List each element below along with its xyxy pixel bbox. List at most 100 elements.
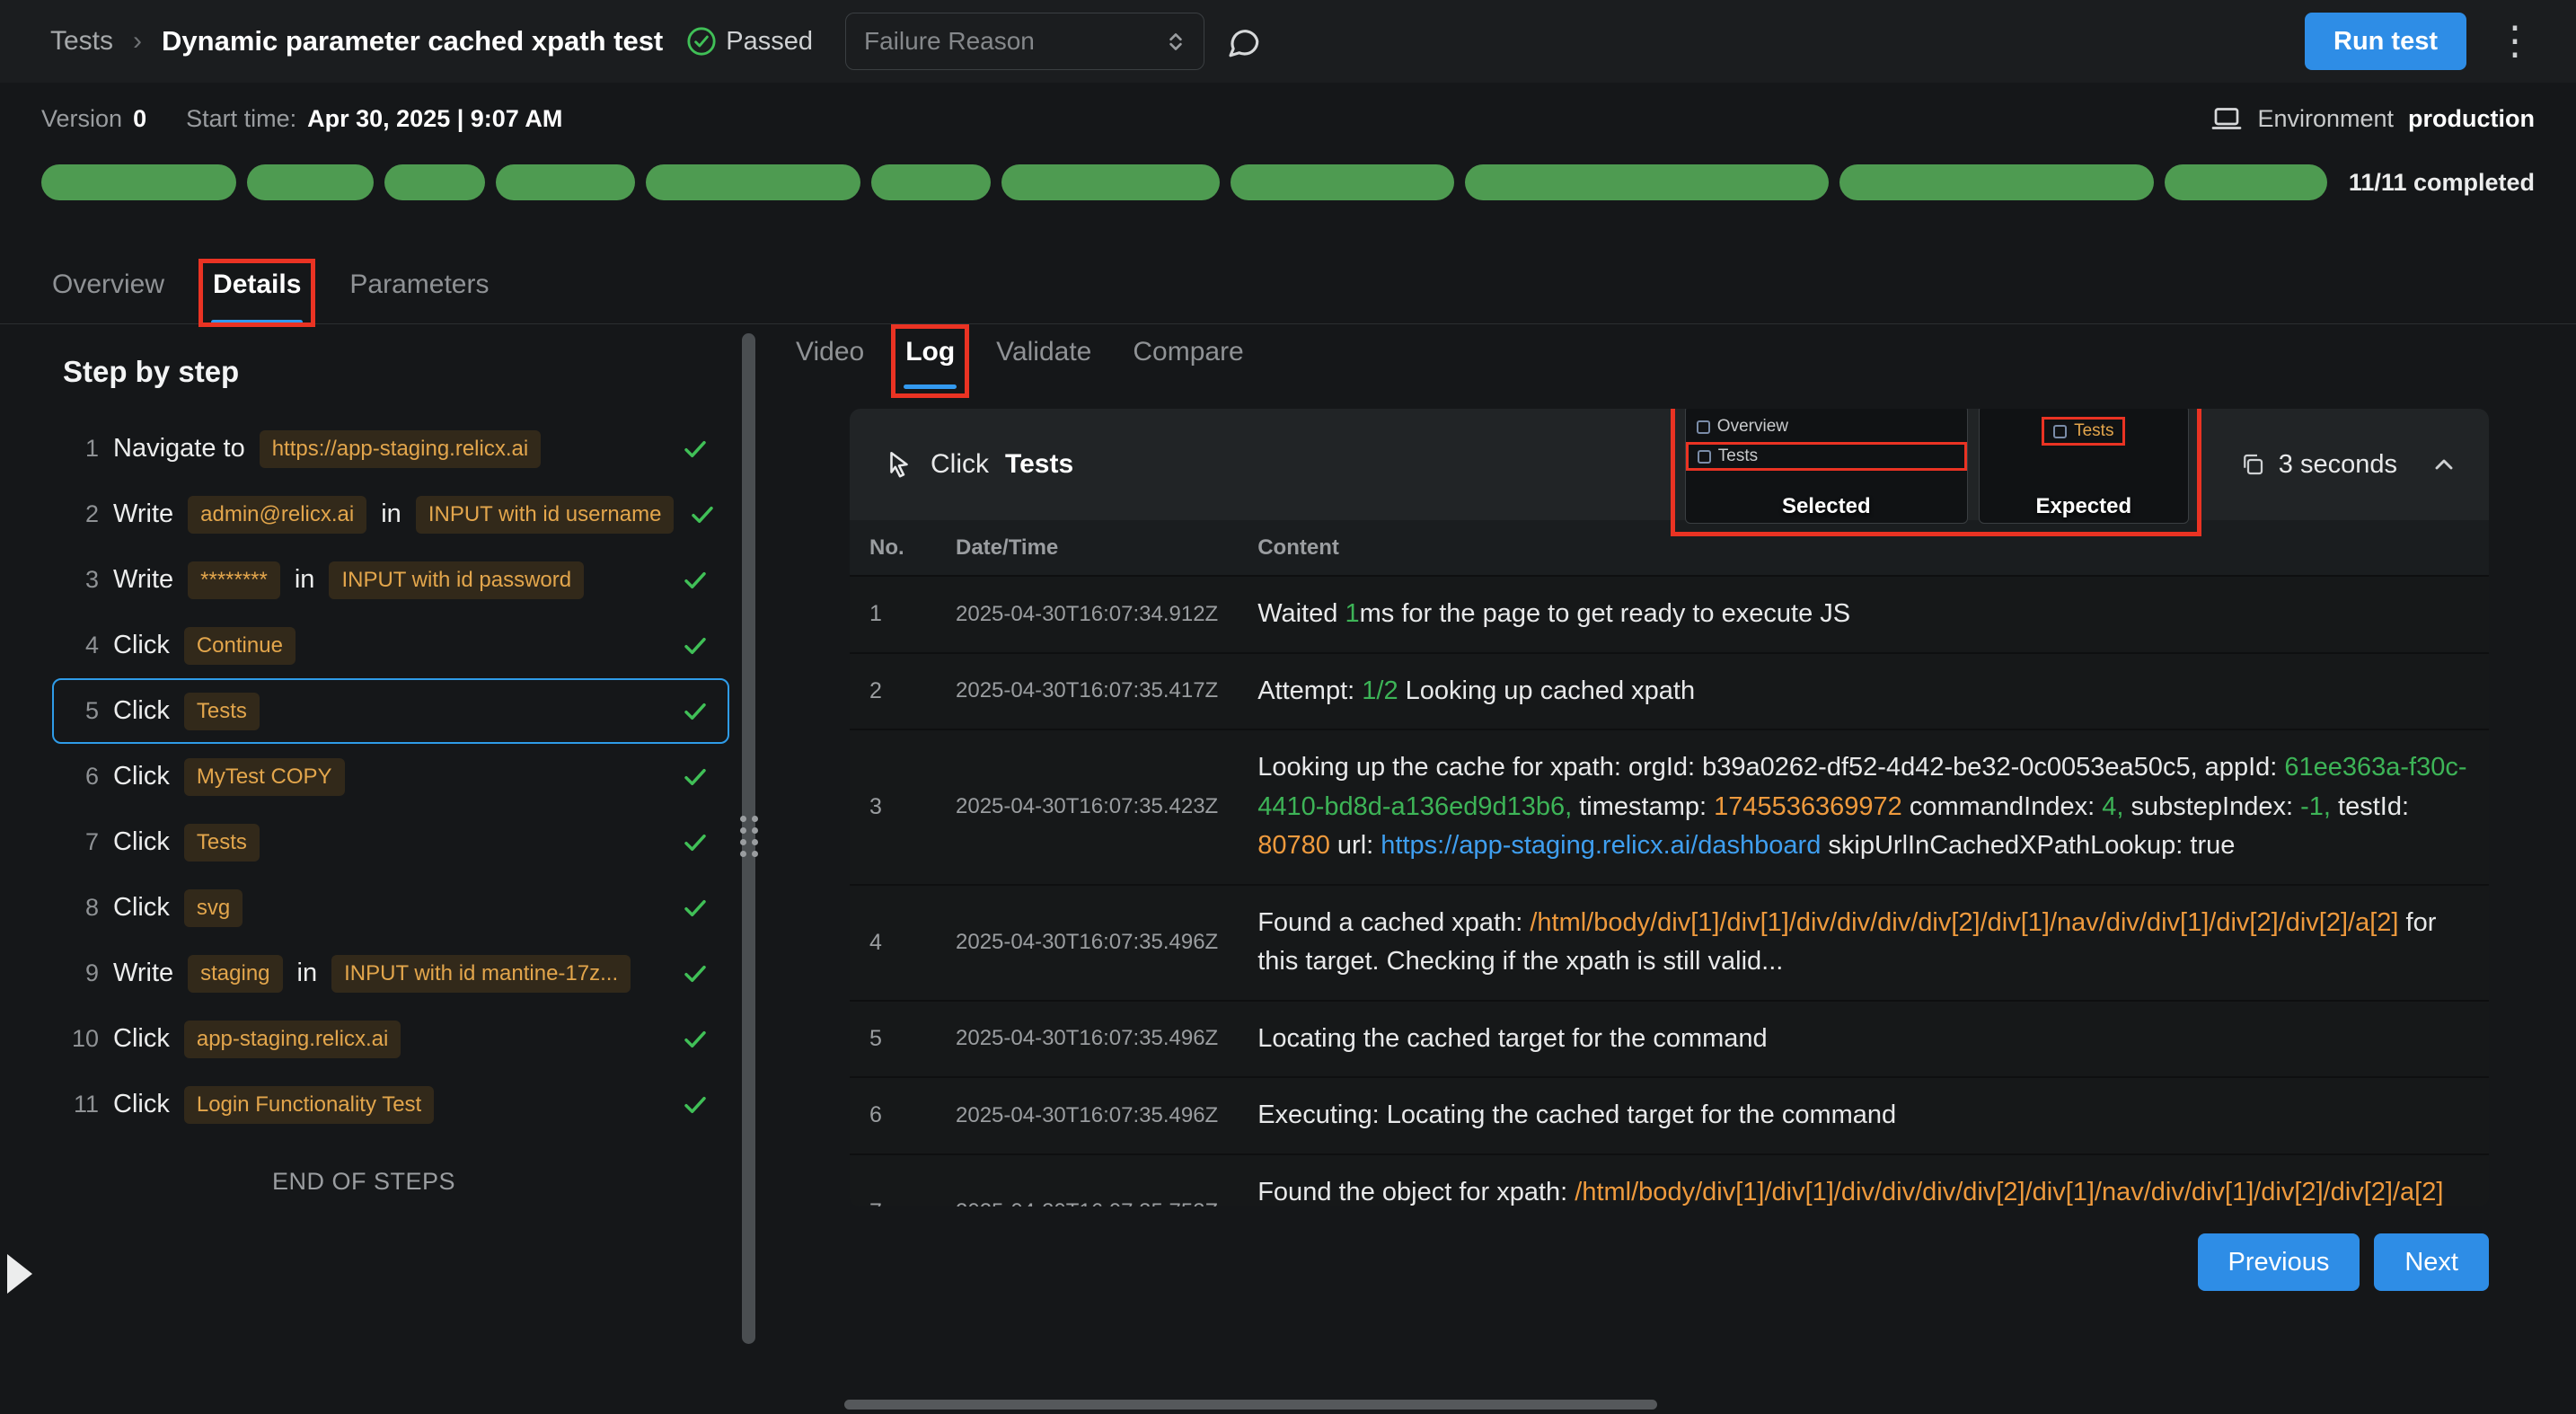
log-step-action: Click <box>931 449 989 480</box>
thumbnail-expected[interactable]: Tests Expected <box>1979 409 2189 524</box>
check-icon <box>681 1091 710 1119</box>
column-header: Content <box>1238 520 2489 576</box>
mini-item-label: Overview <box>1717 417 1788 437</box>
step-row[interactable]: 4ClickContinue <box>52 613 729 678</box>
step-action: Navigate to <box>113 434 245 464</box>
breadcrumb-tests[interactable]: Tests <box>50 26 113 57</box>
step-target-badge: Continue <box>184 627 296 665</box>
log-row-content: Attempt: 1/2 Looking up cached xpath <box>1238 653 2489 730</box>
log-text-segment: Waited <box>1257 599 1345 628</box>
step-action: Click <box>113 696 170 726</box>
log-text-segment: skipUrlInCachedXPathLookup: true <box>1828 831 2235 860</box>
step-target-badge: svg <box>184 889 243 927</box>
step-success-check <box>681 632 710 660</box>
tab-log[interactable]: Log <box>905 337 955 389</box>
tab-compare[interactable]: Compare <box>1133 337 1243 389</box>
pagination: Previous Next <box>850 1233 2489 1291</box>
step-row[interactable]: 3Write********inINPUT with id password <box>52 547 729 613</box>
log-text-segment: 1/2 <box>1362 676 1405 705</box>
sidebar-expand-arrow-icon[interactable] <box>7 1254 32 1294</box>
tab-validate[interactable]: Validate <box>996 337 1091 389</box>
check-icon <box>681 828 710 857</box>
step-row[interactable]: 11ClickLogin Functionality Test <box>52 1072 729 1137</box>
horizontal-scrollbar[interactable] <box>844 1400 1657 1410</box>
environment-info: Environment production <box>2210 102 2535 135</box>
failure-reason-select[interactable]: Failure Reason <box>845 13 1204 70</box>
active-tab-underline <box>904 384 957 389</box>
log-link[interactable]: https://app-staging.relicx.ai/dashboard <box>1381 831 1828 860</box>
log-text-segment: Attempt: <box>1257 676 1362 705</box>
log-text-segment: Locating the cached target for the comma… <box>1257 1024 1767 1053</box>
log-row-number: 6 <box>850 1077 936 1154</box>
log-text-segment: 1 <box>1345 599 1359 628</box>
check-icon <box>688 500 717 529</box>
run-test-button[interactable]: Run test <box>2305 13 2466 70</box>
progress-segment <box>871 164 992 200</box>
start-time-value: Apr 30, 2025 | 9:07 AM <box>307 105 562 133</box>
version-value: 0 <box>133 105 146 133</box>
step-success-check <box>681 828 710 857</box>
tab-parameters[interactable]: Parameters <box>349 270 489 323</box>
step-row[interactable]: 9WritestaginginINPUT with id mantine-17z… <box>52 941 729 1006</box>
log-row-number: 3 <box>850 729 936 885</box>
step-action: in <box>381 499 401 529</box>
log-row: 32025-04-30T16:07:35.423ZLooking up the … <box>850 729 2489 885</box>
check-icon <box>681 566 710 595</box>
thumbnail-preview: Tests <box>1980 409 2188 446</box>
copy-icon[interactable] <box>2239 451 2266 478</box>
step-row[interactable]: 1 Navigate to https://app-staging.relicx.a… <box>52 416 729 482</box>
step-target-badge: Tests <box>184 693 260 730</box>
kebab-menu-icon[interactable]: ⋮ <box>2495 22 2535 61</box>
log-text-segment: testId: <box>2338 792 2409 821</box>
environment-icon <box>2210 102 2243 135</box>
collapse-panel-button[interactable] <box>2430 450 2458 479</box>
failure-reason-placeholder: Failure Reason <box>864 27 1035 56</box>
tab-video[interactable]: Video <box>796 337 864 389</box>
panel-resize-grip[interactable] <box>740 816 758 857</box>
step-success-check <box>681 959 710 988</box>
step-number: 6 <box>65 763 99 791</box>
step-row[interactable]: 8Clicksvg <box>52 875 729 941</box>
tab-label: Log <box>905 337 955 367</box>
check-icon <box>681 697 710 726</box>
step-action: Write <box>113 959 173 988</box>
progress-segment <box>1839 164 2155 200</box>
tab-overview[interactable]: Overview <box>52 270 164 323</box>
thumbnail-caption: Expected <box>1980 494 2188 519</box>
log-row: 62025-04-30T16:07:35.496ZExecuting: Loca… <box>850 1077 2489 1154</box>
log-row-number: 2 <box>850 653 936 730</box>
step-number: 1 <box>65 435 99 463</box>
progress-segment <box>496 164 635 200</box>
step-target-badge: https://app-staging.relicx.ai <box>260 430 541 468</box>
column-header: Date/Time <box>936 520 1238 576</box>
log-row-content: Found a cached xpath: /html/body/div[1]/… <box>1238 885 2489 1001</box>
thumbnail-caption: Selected <box>1686 494 1967 519</box>
cursor-click-icon <box>884 449 914 480</box>
step-row[interactable]: 7ClickTests <box>52 809 729 875</box>
step-number: 7 <box>65 828 99 856</box>
step-action: Click <box>113 827 170 857</box>
step-target-badge: admin@relicx.ai <box>188 496 366 534</box>
log-text-segment: 4, <box>2102 792 2130 821</box>
comment-icon[interactable] <box>1224 22 1262 60</box>
step-row[interactable]: 5ClickTests <box>52 678 729 744</box>
log-row-timestamp: 2025-04-30T16:07:35.423Z <box>936 729 1238 885</box>
thumbnail-selected[interactable]: OverviewTestsSelected <box>1685 409 1968 524</box>
page-title: Dynamic parameter cached xpath test <box>162 25 663 57</box>
steps-heading: Step by step <box>63 355 729 389</box>
step-row[interactable]: 6ClickMyTest COPY <box>52 744 729 809</box>
log-header-right: OverviewTestsSelectedTestsExpected 3 sec… <box>1685 409 2458 524</box>
version-info: Version 0 <box>41 105 146 133</box>
step-row[interactable]: 10Clickapp-staging.relicx.ai <box>52 1006 729 1072</box>
progress-segment <box>247 164 374 200</box>
progress-segment <box>646 164 860 200</box>
previous-button[interactable]: Previous <box>2198 1233 2360 1291</box>
log-table: No.Date/TimeContent 12025-04-30T16:07:34… <box>850 520 2489 1206</box>
step-success-check <box>681 435 710 464</box>
step-action: in <box>295 565 315 595</box>
tab-details[interactable]: Details <box>213 270 301 323</box>
next-button[interactable]: Next <box>2374 1233 2489 1291</box>
step-row[interactable]: 2Writeadmin@relicx.aiinINPUT with id use… <box>52 482 729 547</box>
log-text-segment: Found the object for xpath: <box>1257 1178 1575 1206</box>
tab-label: Details <box>213 270 301 299</box>
